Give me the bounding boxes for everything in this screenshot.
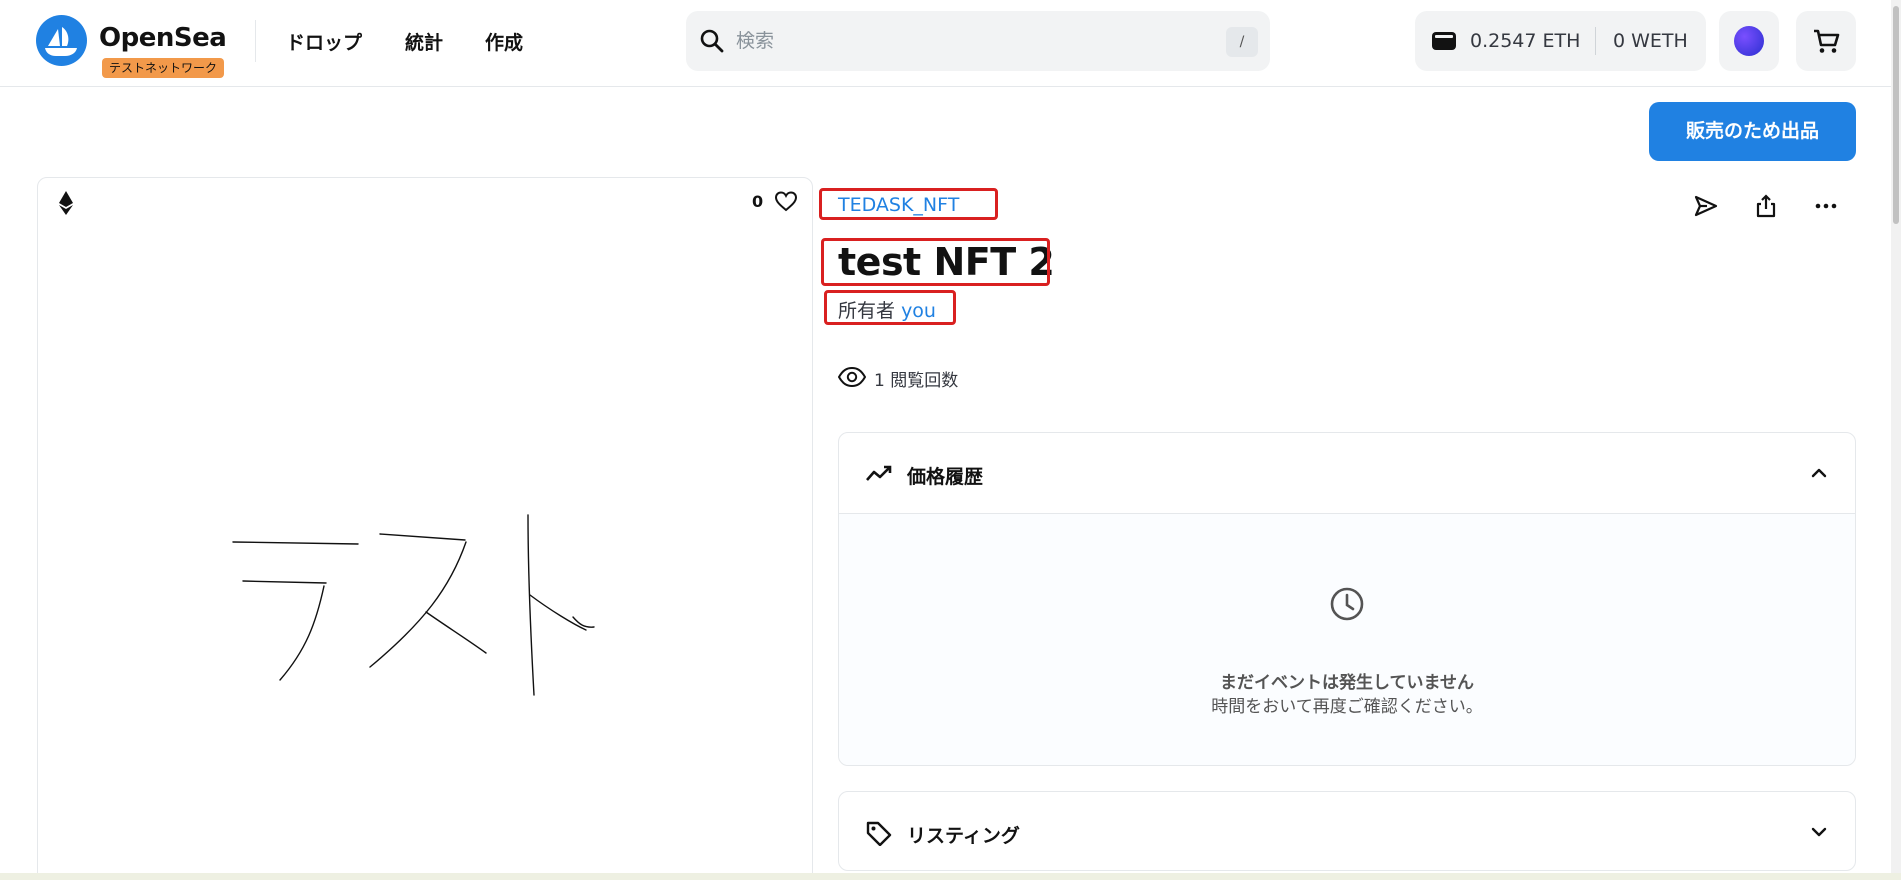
wallet-icon — [1432, 32, 1456, 50]
testnet-badge: テストネットワーク — [102, 58, 225, 78]
chevron-down-icon[interactable] — [1809, 822, 1829, 842]
nft-title: test NFT 2 — [838, 240, 1055, 284]
tag-icon — [866, 821, 892, 846]
clock-icon — [1330, 587, 1364, 621]
avatar — [1734, 26, 1764, 56]
cart-button[interactable] — [1796, 11, 1856, 71]
header-divider — [255, 20, 256, 62]
nav-create[interactable]: 作成 — [485, 28, 523, 55]
price-history-body: まだイベントは発生していません 時間をおいて再度ご確認ください。 — [839, 513, 1855, 765]
listings-panel: リスティング — [838, 791, 1856, 871]
collection-link[interactable]: TEDASK_NFT — [838, 194, 959, 216]
owner-link[interactable]: you — [901, 300, 936, 322]
brand-name[interactable]: OpenSea — [99, 23, 227, 53]
opensea-logo[interactable] — [36, 15, 87, 66]
listings-header[interactable]: リスティング — [839, 792, 1855, 872]
view-count-text: 1 閲覧回数 — [874, 371, 959, 391]
sell-button[interactable]: 販売のため出品 — [1649, 102, 1856, 161]
nft-image-panel: 0 — [37, 177, 813, 880]
nft-artwork — [232, 514, 595, 696]
eye-icon — [838, 366, 866, 388]
search-bar[interactable]: / — [686, 11, 1270, 71]
more-icon[interactable] — [1813, 193, 1839, 219]
scrollbar-thumb[interactable] — [1893, 6, 1899, 224]
owner-line: 所有者 you — [838, 296, 936, 323]
eth-balance: 0.2547 ETH — [1470, 30, 1581, 52]
listings-title: リスティング — [907, 825, 1020, 847]
nav-stats[interactable]: 統計 — [405, 28, 443, 55]
search-input[interactable] — [736, 25, 1186, 57]
search-shortcut-key: / — [1226, 27, 1258, 57]
wallet-divider — [1595, 27, 1596, 55]
bottom-strip — [0, 873, 1901, 880]
weth-balance: 0 WETH — [1613, 30, 1688, 52]
chart-line-icon — [866, 465, 892, 481]
owner-label: 所有者 — [838, 300, 896, 322]
wallet-balance[interactable]: 0.2547 ETH 0 WETH — [1415, 11, 1706, 71]
chevron-up-icon[interactable] — [1809, 463, 1829, 483]
empty-state-title: まだイベントは発生していません — [1220, 673, 1474, 693]
price-history-header[interactable]: 価格履歴 — [839, 433, 1855, 513]
nav-drops[interactable]: ドロップ — [286, 28, 362, 55]
price-history-panel: 価格履歴 まだイベントは発生していません 時間をおいて再度ご確認ください。 — [838, 432, 1856, 766]
profile-button[interactable] — [1719, 11, 1779, 71]
price-history-title: 価格履歴 — [907, 466, 984, 488]
cart-icon — [1814, 29, 1840, 53]
send-icon[interactable] — [1693, 193, 1719, 219]
share-icon[interactable] — [1753, 193, 1779, 219]
top-navigation-bar: OpenSea テストネットワーク ドロップ 統計 作成 / 0.2547 ET… — [0, 0, 1901, 87]
search-icon — [700, 29, 724, 53]
empty-state-subtitle: 時間をおいて再度ご確認ください。 — [1211, 697, 1483, 717]
